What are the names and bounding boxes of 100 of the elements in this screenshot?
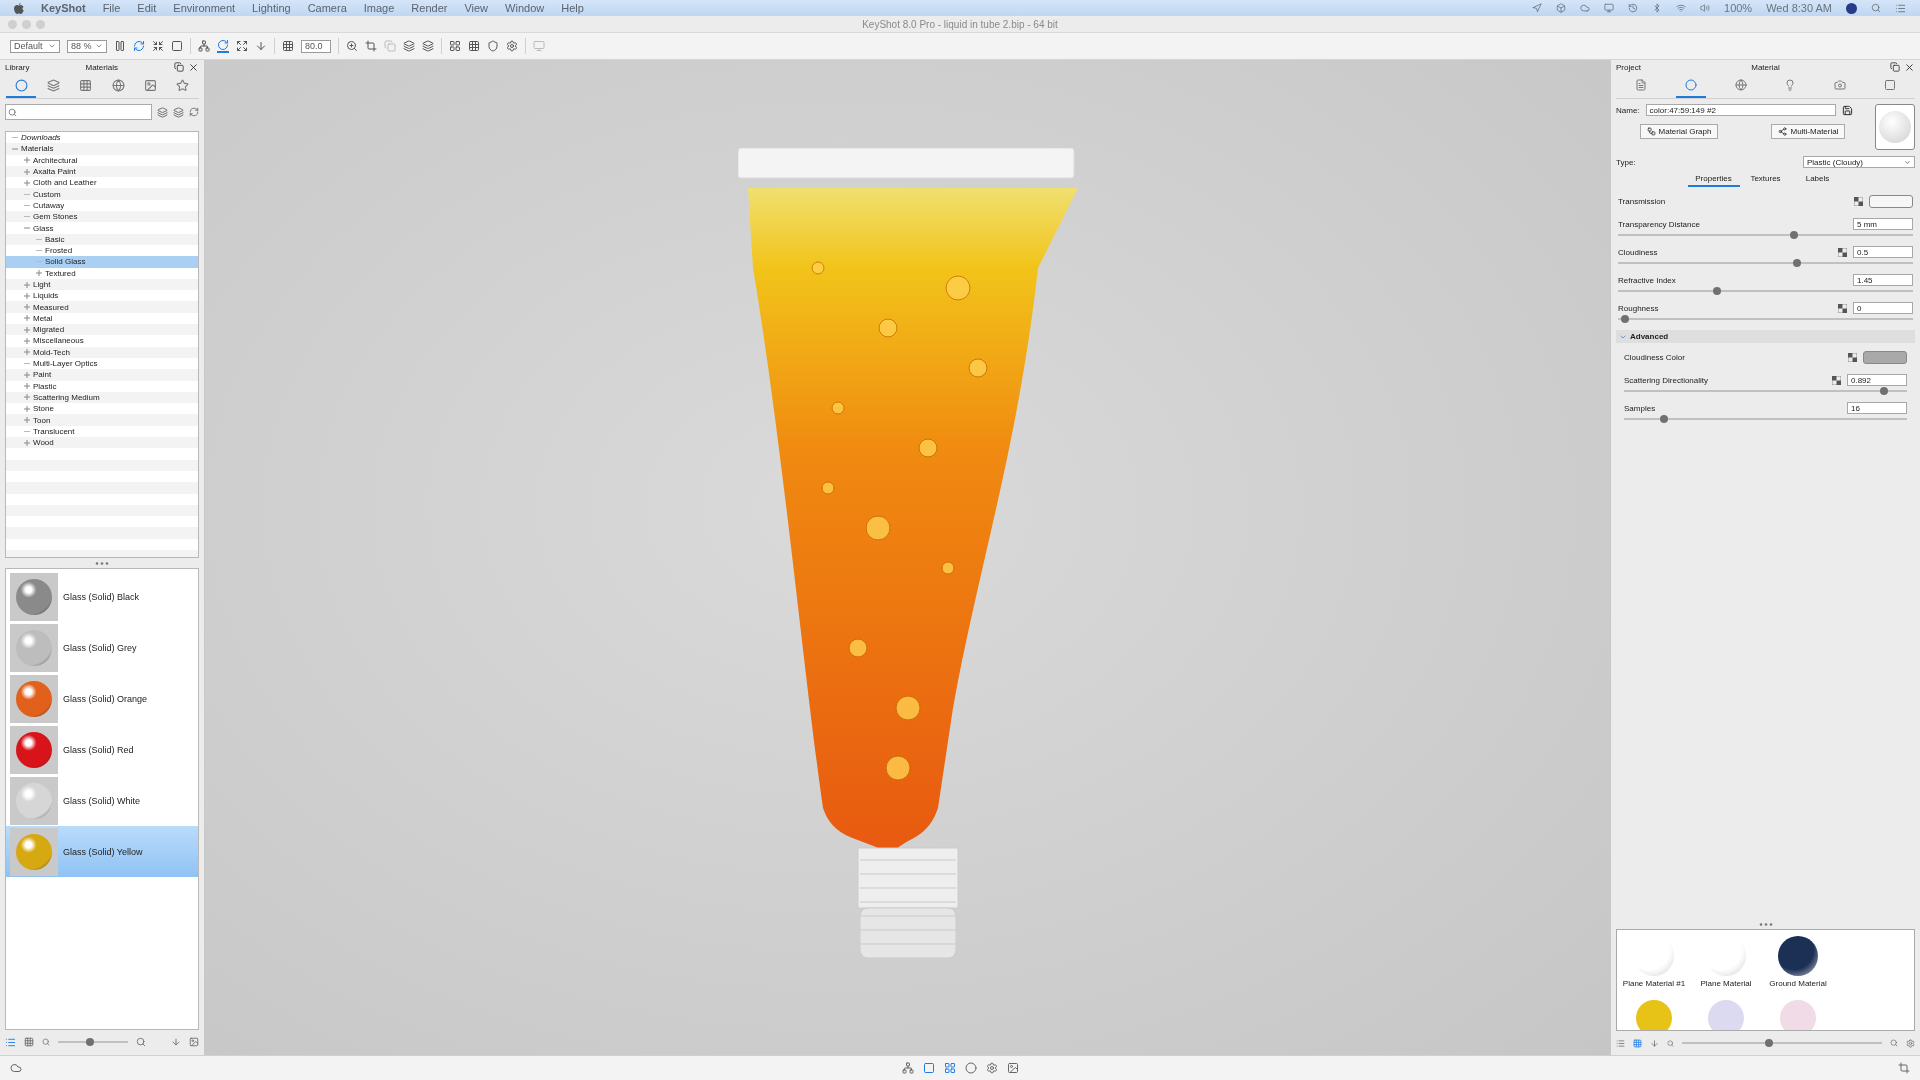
- panel-icon[interactable]: [943, 1062, 956, 1074]
- tree-item[interactable]: Cloth and Leather: [6, 177, 198, 189]
- slider-thumb[interactable]: [85, 1038, 94, 1046]
- tree-item[interactable]: Translucent: [6, 425, 198, 437]
- monitor-icon[interactable]: [533, 40, 545, 52]
- tree-item[interactable]: Cutaway: [6, 199, 198, 212]
- properties-tab[interactable]: Textures: [1739, 174, 1792, 187]
- wifi-icon[interactable]: [1676, 3, 1686, 13]
- grid-view-icon[interactable]: [1633, 1038, 1642, 1048]
- texture-toggle-icon[interactable]: [1854, 197, 1863, 206]
- value-field[interactable]: 16: [1847, 402, 1907, 414]
- expand-icon[interactable]: [236, 40, 248, 52]
- value-field[interactable]: 80.0: [301, 39, 331, 53]
- grid-icon[interactable]: [282, 40, 294, 52]
- tree-item[interactable]: Solid Glass: [6, 256, 198, 268]
- name-field[interactable]: color:47:59:149 #2: [1645, 104, 1836, 116]
- tree-item[interactable]: Basic: [6, 233, 198, 245]
- material-item[interactable]: Glass (Solid) Orange: [6, 673, 198, 724]
- tree-item[interactable]: Metal: [6, 312, 198, 325]
- value-field[interactable]: 0.5: [1853, 246, 1913, 258]
- material-item[interactable]: Glass (Solid) Red: [6, 724, 198, 775]
- crop-icon[interactable]: [1898, 1062, 1910, 1074]
- close-icon[interactable]: [1904, 61, 1915, 73]
- layout-icon[interactable]: [449, 40, 461, 52]
- tree-item[interactable]: Frosted: [6, 244, 198, 257]
- tree-item[interactable]: Light: [6, 278, 198, 291]
- tree-item[interactable]: Materials: [6, 143, 198, 155]
- search-field[interactable]: [5, 104, 152, 120]
- list-view-icon[interactable]: [1616, 1038, 1625, 1048]
- tree-item[interactable]: Liquids: [6, 290, 198, 302]
- properties-tab[interactable]: Properties: [1687, 174, 1740, 187]
- refresh-icon[interactable]: [133, 40, 145, 52]
- tree-item[interactable]: Custom: [6, 188, 198, 200]
- user-avatar[interactable]: [1846, 2, 1857, 14]
- render-viewport[interactable]: [205, 60, 1610, 1055]
- bluetooth-icon[interactable]: [1652, 3, 1662, 13]
- tree-item[interactable]: Multi-Layer Optics: [6, 357, 198, 370]
- tree-item[interactable]: Paint: [6, 369, 198, 381]
- frame-icon[interactable]: [171, 40, 183, 52]
- slider-thumb[interactable]: [1793, 259, 1802, 267]
- material-item[interactable]: Glass (Solid) Black: [6, 571, 198, 622]
- apple-icon[interactable]: [14, 2, 24, 14]
- texture-toggle-icon[interactable]: [1848, 353, 1857, 362]
- undock-icon[interactable]: [174, 62, 184, 72]
- preset-dropdown[interactable]: Default: [10, 39, 60, 53]
- location-arrow-icon[interactable]: [1532, 3, 1542, 13]
- menu-item[interactable]: View: [464, 2, 489, 14]
- tree-item[interactable]: Gem Stones: [6, 211, 198, 223]
- value-field[interactable]: 5 mm: [1853, 218, 1913, 230]
- material-graph-button[interactable]: Material Graph: [1639, 124, 1719, 139]
- slider-thumb[interactable]: [1764, 1039, 1773, 1047]
- tree-item[interactable]: Glass: [6, 222, 198, 234]
- sort-icon[interactable]: [1650, 1038, 1659, 1048]
- texture-toggle-icon[interactable]: [1832, 375, 1841, 385]
- layers-icon[interactable]: [403, 40, 415, 52]
- network-icon[interactable]: [198, 40, 210, 52]
- tree-item[interactable]: Downloads: [6, 132, 198, 144]
- list-icon[interactable]: [1895, 2, 1906, 14]
- menu-item[interactable]: Window: [505, 2, 545, 14]
- zoom-in-icon[interactable]: [1890, 1039, 1898, 1047]
- multi-material-button[interactable]: Multi-Material: [1771, 124, 1846, 139]
- value-field[interactable]: 0: [1853, 302, 1913, 314]
- close-icon[interactable]: [188, 61, 199, 73]
- zoom-out-icon[interactable]: [1667, 1039, 1674, 1047]
- grid-icon[interactable]: [468, 40, 480, 52]
- arrow-down-icon[interactable]: [255, 40, 267, 52]
- tree-item[interactable]: Migrated: [6, 324, 198, 336]
- slider-thumb[interactable]: [1879, 387, 1888, 395]
- tree-item[interactable]: Measured: [6, 301, 198, 313]
- tree-item[interactable]: Architectural: [6, 154, 198, 166]
- collapse-icon[interactable]: [12, 145, 18, 152]
- drag-handle-icon[interactable]: [1758, 922, 1773, 926]
- cloud-icon[interactable]: [10, 1062, 22, 1074]
- menu-item[interactable]: Edit: [137, 2, 157, 14]
- value-field[interactable]: 0.892: [1847, 374, 1907, 386]
- slider-thumb[interactable]: [1659, 415, 1668, 423]
- list-view-icon[interactable]: [5, 1036, 16, 1048]
- tree-item[interactable]: Scattering Medium: [6, 391, 198, 404]
- grid-view-icon[interactable]: [24, 1037, 34, 1047]
- color-swatch[interactable]: [1863, 351, 1907, 364]
- network-icon[interactable]: [901, 1062, 914, 1074]
- menu-clock[interactable]: Wed 8:30 AM: [1766, 2, 1832, 14]
- history-icon[interactable]: [1628, 3, 1638, 13]
- texture-toggle-icon[interactable]: [1838, 303, 1847, 313]
- tree-item[interactable]: Textured: [6, 267, 198, 279]
- properties-tab[interactable]: Labels: [1791, 174, 1844, 187]
- tree-item[interactable]: Mold-Tech: [6, 346, 198, 358]
- monitor-icon[interactable]: [1604, 3, 1614, 13]
- tree-item[interactable]: Miscellaneous: [6, 335, 198, 347]
- settings-icon[interactable]: [985, 1062, 998, 1074]
- zoom-out-icon[interactable]: [42, 1038, 50, 1046]
- panel-icon[interactable]: [922, 1062, 935, 1074]
- save-icon[interactable]: [1841, 104, 1853, 116]
- material-item[interactable]: Glass (Solid) Yellow: [6, 826, 198, 877]
- tree-item[interactable]: Axalta Paint: [6, 165, 198, 178]
- tree-item[interactable]: Stone: [6, 403, 198, 415]
- collapse-icon[interactable]: [24, 225, 30, 231]
- section-header[interactable]: Advanced: [1616, 330, 1915, 343]
- drag-handle-icon[interactable]: [95, 561, 109, 565]
- pause-icon[interactable]: [114, 40, 126, 52]
